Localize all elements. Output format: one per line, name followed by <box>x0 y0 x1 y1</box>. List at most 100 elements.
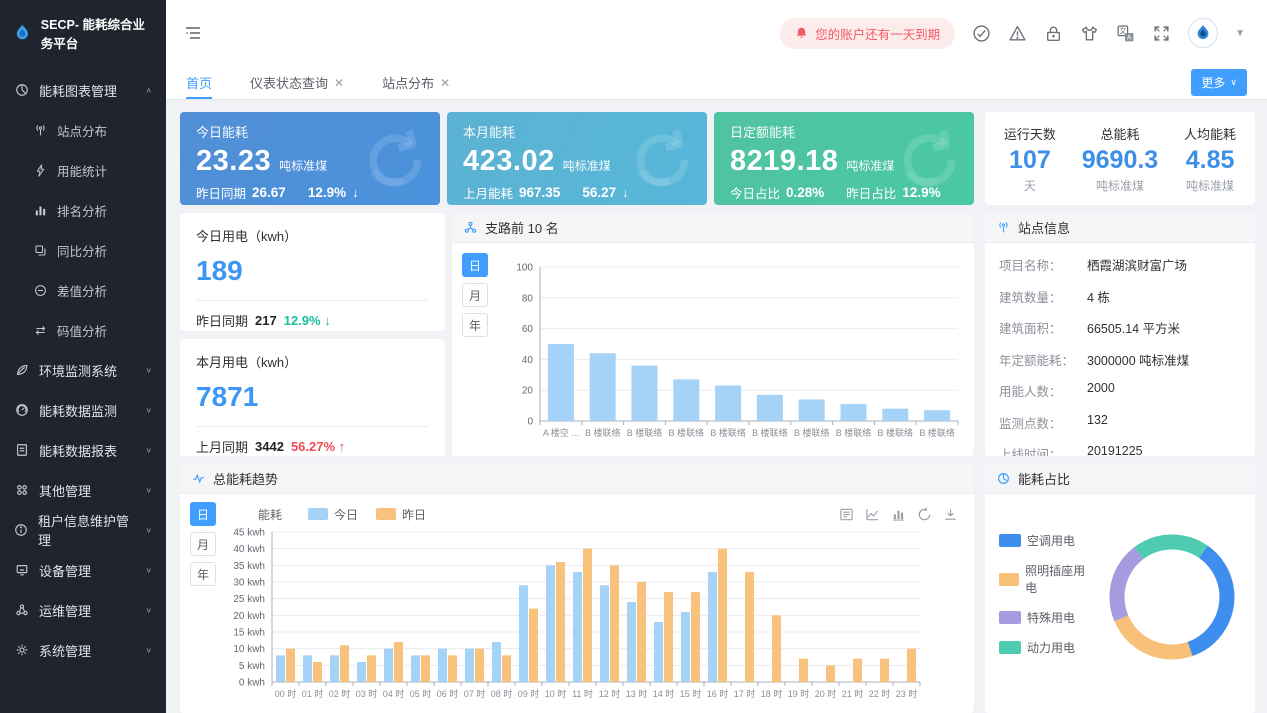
sidebar-item-8[interactable]: 系统管理∨ <box>0 630 166 670</box>
minus-circle-icon <box>33 284 48 297</box>
toggle-day[interactable]: 日 <box>190 502 216 526</box>
tab-bar: 首页 仪表状态查询✕ 站点分布 ✕ 更多 ∨ <box>166 66 1267 100</box>
svg-text:16 时: 16 时 <box>707 688 729 699</box>
toggle-day[interactable]: 日 <box>462 253 488 277</box>
legend-item-空调用电[interactable]: 空调用电 <box>999 532 1091 549</box>
svg-text:20 kwh: 20 kwh <box>233 611 265 622</box>
legend-item-照明插座用电[interactable]: 照明插座用电 <box>999 562 1091 596</box>
svg-text:20: 20 <box>522 386 534 397</box>
svg-text:05 时: 05 时 <box>410 688 432 699</box>
translate-icon[interactable]: 文 A <box>1116 24 1135 43</box>
month-electricity-value: 7871 <box>196 381 429 413</box>
sidebar-item-3[interactable]: 能耗数据报表∨ <box>0 430 166 470</box>
legend-item-特殊用电[interactable]: 特殊用电 <box>999 609 1091 626</box>
card-value: 23.23 <box>196 145 271 178</box>
sidebar-item-7[interactable]: 运维管理∨ <box>0 590 166 630</box>
chevron-down-icon: ∨ <box>145 606 152 615</box>
data-view-icon[interactable] <box>839 507 854 522</box>
energy-trend-bar-chart[interactable]: 0 kwh5 kwh10 kwh15 kwh20 kwh25 kwh30 kwh… <box>224 526 966 709</box>
more-button[interactable]: 更多 ∨ <box>1191 69 1247 96</box>
svg-text:21 时: 21 时 <box>842 688 864 699</box>
energy-trend-panel: 总能耗趋势 日 月 年 能耗 今日昨日 <box>180 464 974 713</box>
energy-share-donut-chart[interactable] <box>1093 522 1251 683</box>
download-icon[interactable] <box>943 507 958 522</box>
legend-item-昨日[interactable]: 昨日 <box>376 506 426 523</box>
svg-text:B 楼联络: B 楼联络 <box>627 427 663 438</box>
svg-text:B 楼联络: B 楼联络 <box>585 427 621 438</box>
svg-text:10 时: 10 时 <box>545 688 567 699</box>
sidebar-item-6[interactable]: 设备管理∨ <box>0 550 166 590</box>
chevron-down-icon: ∨ <box>145 406 152 415</box>
theme-shirt-icon[interactable] <box>1080 24 1099 43</box>
fullscreen-icon[interactable] <box>1152 24 1171 43</box>
warning-icon[interactable] <box>1008 24 1027 43</box>
card-month-energy[interactable]: 本月能耗 423.02 吨标准煤 上月能耗967.35 56.27↓ <box>447 112 707 205</box>
svg-text:60: 60 <box>522 324 534 335</box>
stat-per-capita-energy: 人均能耗 4.85 吨标准煤 <box>1184 124 1236 194</box>
toggle-month[interactable]: 月 <box>462 283 488 307</box>
sidebar-subitem[interactable]: 站点分布 <box>0 110 166 150</box>
refresh-icon[interactable] <box>917 507 932 522</box>
toggle-month[interactable]: 月 <box>190 532 216 556</box>
legend-item-今日[interactable]: 今日 <box>308 506 358 523</box>
svg-text:15 kwh: 15 kwh <box>233 628 265 639</box>
panel-title: 本月用电（kwh） <box>196 352 429 371</box>
panel-title: 站点信息 <box>1018 218 1070 237</box>
sidebar-subitem[interactable]: 排名分析 <box>0 190 166 230</box>
svg-text:B 楼联络: B 楼联络 <box>919 427 955 438</box>
toggle-year[interactable]: 年 <box>190 562 216 586</box>
svg-text:B 楼联络: B 楼联络 <box>878 427 914 438</box>
sidebar-subitem[interactable]: 差值分析 <box>0 270 166 310</box>
tab-仪表状态查询[interactable]: 仪表状态查询✕ <box>250 66 344 99</box>
tab-close-icon[interactable]: ✕ <box>334 76 344 90</box>
svg-text:07 时: 07 时 <box>464 688 486 699</box>
svg-text:12 时: 12 时 <box>599 688 621 699</box>
gauge-check-icon[interactable] <box>972 24 991 43</box>
site-info-rows: 项目名称：栖霞湖滨财富广场建筑数量：4 栋建筑面积：66505.14 平方米年定… <box>985 243 1255 456</box>
svg-text:45 kwh: 45 kwh <box>233 528 265 539</box>
info-icon <box>14 523 28 537</box>
lock-icon[interactable] <box>1044 24 1063 43</box>
svg-text:03 时: 03 时 <box>356 688 378 699</box>
arrow-up-icon: ↑ <box>339 439 346 454</box>
legend-swatch <box>999 611 1021 624</box>
svg-text:18 时: 18 时 <box>761 688 783 699</box>
tab-label: 站点分布 <box>382 73 434 92</box>
tab-站点分布[interactable]: 站点分布 ✕ <box>382 66 450 99</box>
bar-chart-icon[interactable] <box>891 507 906 522</box>
card-daily-quota-energy[interactable]: 日定额能耗 8219.18 吨标准煤 今日占比0.28% 昨日占比12.9% <box>714 112 974 205</box>
sidebar-item-1[interactable]: 环境监测系统∨ <box>0 350 166 390</box>
legend-item-动力用电[interactable]: 动力用电 <box>999 639 1091 656</box>
trend-legend: 今日 昨日 <box>308 506 426 523</box>
line-chart-icon[interactable] <box>865 507 880 522</box>
pie-panel-header: 能耗占比 <box>985 464 1255 494</box>
sidebar-subitem[interactable]: 用能统计 <box>0 150 166 190</box>
svg-text:A 楼空 ...: A 楼空 ... <box>543 427 579 438</box>
sidebar-item-0[interactable]: 能耗图表管理∧ <box>0 70 166 110</box>
toggle-year[interactable]: 年 <box>462 313 488 337</box>
collapse-menu-icon[interactable] <box>184 24 202 42</box>
tab-首页[interactable]: 首页 <box>186 66 212 99</box>
sidebar-subitem-label: 站点分布 <box>57 121 107 140</box>
svg-text:40: 40 <box>522 355 534 366</box>
panel-title: 支路前 10 名 <box>485 218 559 237</box>
svg-text:B 楼联络: B 楼联络 <box>752 427 788 438</box>
sidebar-subitem[interactable]: 码值分析 <box>0 310 166 350</box>
branch-bar-chart[interactable]: 020406080100A 楼空 ...B 楼联络B 楼联络B 楼联络B 楼联络… <box>496 253 968 454</box>
sidebar-item-2[interactable]: 能耗数据监测∨ <box>0 390 166 430</box>
account-expire-alert[interactable]: 您的账户还有一天到期 <box>780 18 955 49</box>
card-unit: 吨标准煤 <box>279 157 327 174</box>
user-avatar[interactable] <box>1188 18 1218 48</box>
sidebar-item-5[interactable]: 租户信息维护管理∨ <box>0 510 166 550</box>
sidebar-subitem[interactable]: 同比分析 <box>0 230 166 270</box>
svg-text:06 时: 06 时 <box>437 688 459 699</box>
card-unit: 吨标准煤 <box>563 157 611 174</box>
sidebar-item-4[interactable]: 其他管理∨ <box>0 470 166 510</box>
card-today-energy[interactable]: 今日能耗 23.23 吨标准煤 昨日同期26.67 12.9%↓ <box>180 112 440 205</box>
sidebar: SECP- 能耗综合业务平台 能耗图表管理∧站点分布用能统计排名分析同比分析差值… <box>0 0 166 713</box>
gauge-icon <box>14 403 29 417</box>
tab-close-icon[interactable]: ✕ <box>440 76 450 90</box>
compare-line: 上月同期3442 56.27% ↑ <box>196 437 429 456</box>
chevron-down-icon[interactable]: ▼ <box>1235 28 1245 39</box>
header: 您的账户还有一天到期 文 A <box>166 0 1267 66</box>
